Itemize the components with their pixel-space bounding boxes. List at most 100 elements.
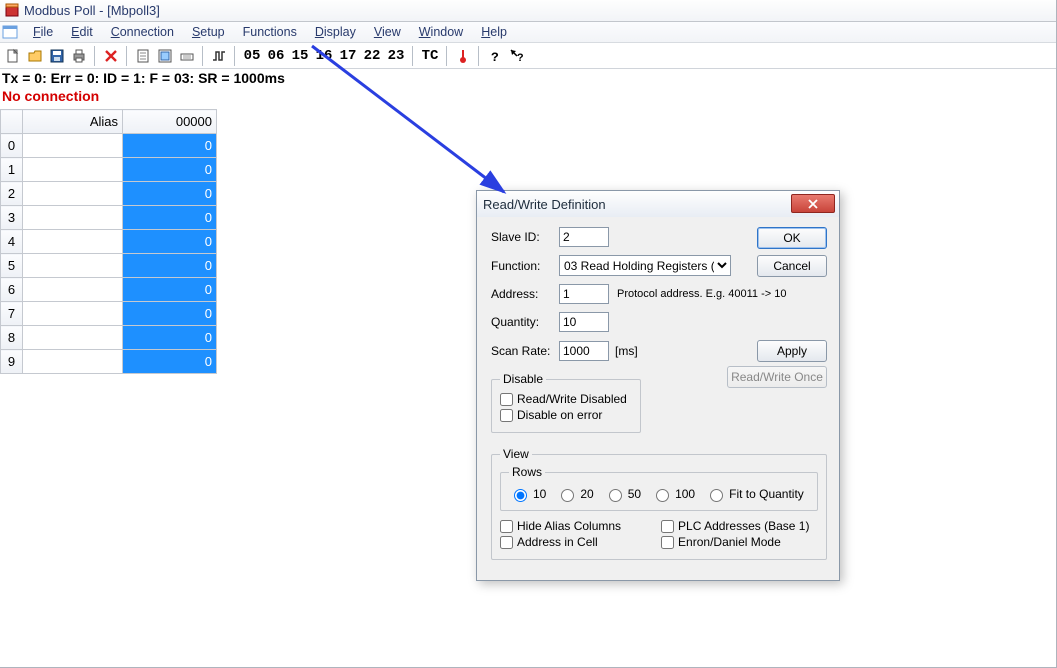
menu-connection[interactable]: Connection (102, 23, 183, 41)
register-grid[interactable]: Alias 00000 00102030405060708090 (0, 109, 217, 374)
scanrate-label: Scan Rate: (491, 344, 559, 358)
table-row[interactable]: 90 (1, 350, 217, 374)
pulse-icon[interactable] (209, 45, 229, 67)
value-cell[interactable]: 0 (123, 158, 217, 182)
print-icon[interactable] (69, 45, 89, 67)
new-icon[interactable] (3, 45, 23, 67)
menu-functions[interactable]: Functions (234, 23, 306, 41)
table-row[interactable]: 60 (1, 278, 217, 302)
table-row[interactable]: 00 (1, 134, 217, 158)
settings-icon[interactable] (155, 45, 175, 67)
chk-address-in-cell[interactable]: Address in Cell (500, 535, 621, 549)
alias-cell[interactable] (23, 182, 123, 206)
value-cell[interactable]: 0 (123, 254, 217, 278)
help-icon[interactable]: ? (485, 45, 505, 67)
value-cell[interactable]: 0 (123, 230, 217, 254)
alias-cell[interactable] (23, 326, 123, 350)
table-row[interactable]: 70 (1, 302, 217, 326)
apply-button[interactable]: Apply (757, 340, 827, 362)
whatsthis-icon[interactable]: ? (507, 45, 527, 67)
svg-text:?: ? (491, 50, 499, 64)
address-label: Address: (491, 287, 559, 301)
function-select[interactable]: 03 Read Holding Registers (4x) (559, 255, 731, 276)
fc-05-button[interactable]: 05 (241, 45, 263, 67)
cancel-button[interactable]: Cancel (757, 255, 827, 277)
menu-file[interactable]: FFileile (24, 23, 62, 41)
table-row[interactable]: 80 (1, 326, 217, 350)
alias-cell[interactable] (23, 302, 123, 326)
alias-cell[interactable] (23, 206, 123, 230)
row-header[interactable]: 0 (1, 134, 23, 158)
scanrate-input[interactable] (559, 341, 609, 361)
alias-cell[interactable] (23, 350, 123, 374)
menu-help[interactable]: Help (472, 23, 516, 41)
doc-icon[interactable] (133, 45, 153, 67)
chk-plc-addresses[interactable]: PLC Addresses (Base 1) (661, 519, 809, 533)
value-cell[interactable]: 0 (123, 134, 217, 158)
alias-cell[interactable] (23, 158, 123, 182)
value-cell[interactable]: 0 (123, 182, 217, 206)
value-cell[interactable]: 0 (123, 302, 217, 326)
fc-15-button[interactable]: 15 (289, 45, 311, 67)
fc-23-button[interactable]: 23 (385, 45, 407, 67)
open-icon[interactable] (25, 45, 45, 67)
menu-edit[interactable]: Edit (62, 23, 102, 41)
rows-100[interactable]: 100 (651, 486, 695, 502)
table-row[interactable]: 10 (1, 158, 217, 182)
fc-06-button[interactable]: 06 (265, 45, 287, 67)
save-icon[interactable] (47, 45, 67, 67)
col-alias[interactable]: Alias (23, 110, 123, 134)
menu-display[interactable]: Display (306, 23, 365, 41)
autoread-icon[interactable] (177, 45, 197, 67)
row-header[interactable]: 3 (1, 206, 23, 230)
value-cell[interactable]: 0 (123, 350, 217, 374)
row-header[interactable]: 9 (1, 350, 23, 374)
slave-id-input[interactable] (559, 227, 609, 247)
thermo-icon[interactable] (453, 45, 473, 67)
delete-icon[interactable] (101, 45, 121, 67)
fc-17-button[interactable]: 17 (337, 45, 359, 67)
fc-16-button[interactable]: 16 (313, 45, 335, 67)
table-row[interactable]: 30 (1, 206, 217, 230)
value-cell[interactable]: 0 (123, 206, 217, 230)
row-header[interactable]: 7 (1, 302, 23, 326)
value-cell[interactable]: 0 (123, 278, 217, 302)
menu-window[interactable]: Window (410, 23, 472, 41)
alias-cell[interactable] (23, 254, 123, 278)
rows-10[interactable]: 10 (509, 486, 546, 502)
table-row[interactable]: 50 (1, 254, 217, 278)
menu-setup[interactable]: Setup (183, 23, 234, 41)
tc-button[interactable]: TC (419, 45, 441, 67)
col-value[interactable]: 00000 (123, 110, 217, 134)
chk-rw-disabled[interactable]: Read/Write Disabled (500, 392, 632, 406)
alias-cell[interactable] (23, 278, 123, 302)
scanrate-unit: [ms] (615, 344, 638, 358)
rows-20[interactable]: 20 (556, 486, 593, 502)
value-cell[interactable]: 0 (123, 326, 217, 350)
row-header[interactable]: 4 (1, 230, 23, 254)
alias-cell[interactable] (23, 134, 123, 158)
chk-hide-alias[interactable]: Hide Alias Columns (500, 519, 621, 533)
menu-view[interactable]: View (365, 23, 410, 41)
table-row[interactable]: 20 (1, 182, 217, 206)
table-row[interactable]: 40 (1, 230, 217, 254)
row-header[interactable]: 1 (1, 158, 23, 182)
address-input[interactable] (559, 284, 609, 304)
row-header[interactable]: 8 (1, 326, 23, 350)
rows-50[interactable]: 50 (604, 486, 641, 502)
dialog-titlebar[interactable]: Read/Write Definition (477, 191, 839, 217)
chk-enron-mode[interactable]: Enron/Daniel Mode (661, 535, 809, 549)
chk-disable-on-error[interactable]: Disable on error (500, 408, 632, 422)
row-header[interactable]: 6 (1, 278, 23, 302)
view-legend: View (500, 447, 532, 461)
mdi-control-icon[interactable] (2, 24, 18, 40)
fc-22-button[interactable]: 22 (361, 45, 383, 67)
rows-fit[interactable]: Fit to Quantity (705, 486, 804, 502)
quantity-input[interactable] (559, 312, 609, 332)
ok-button[interactable]: OK (757, 227, 827, 249)
row-header[interactable]: 5 (1, 254, 23, 278)
dialog-title: Read/Write Definition (483, 197, 606, 212)
alias-cell[interactable] (23, 230, 123, 254)
row-header[interactable]: 2 (1, 182, 23, 206)
close-icon[interactable] (791, 194, 835, 213)
